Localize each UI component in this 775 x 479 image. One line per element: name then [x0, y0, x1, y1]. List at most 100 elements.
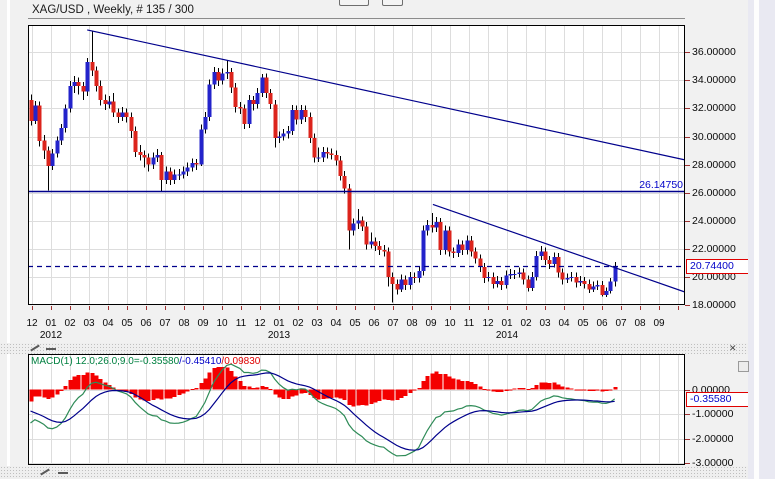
time-tick [621, 306, 622, 310]
price-axis-label: 36.00000 [692, 46, 736, 58]
time-tick [488, 306, 489, 310]
month-label: 04 [100, 318, 116, 329]
month-label: 07 [613, 318, 629, 329]
month-label: 11 [233, 318, 249, 329]
year-label: 2014 [490, 330, 524, 341]
month-label: 06 [138, 318, 154, 329]
time-tick [336, 306, 337, 310]
time-tick [89, 306, 90, 310]
month-label: 03 [81, 318, 97, 329]
price-tick [685, 305, 690, 306]
price-tick [685, 52, 690, 53]
month-label: 02 [290, 318, 306, 329]
current-price-box: 20.74400 [686, 259, 753, 274]
splitter-dash-icon [46, 348, 56, 350]
time-tick [659, 306, 660, 310]
time-tick [526, 306, 527, 310]
macd-value-box: -0.35580 [686, 392, 753, 407]
time-tick [165, 306, 166, 310]
splitter-drag-icon [30, 345, 40, 352]
time-tick [431, 306, 432, 310]
time-tick [241, 306, 242, 310]
macd-axis-label: -1.00000 [692, 408, 733, 420]
macd-tick [685, 414, 690, 415]
time-tick [279, 306, 280, 310]
price-tick [685, 137, 690, 138]
month-label: 06 [594, 318, 610, 329]
scroll-end-icon[interactable] [738, 361, 749, 372]
year-label: 2012 [34, 330, 68, 341]
price-chart-canvas[interactable] [28, 25, 685, 305]
month-label: 05 [119, 318, 135, 329]
month-label: 01 [271, 318, 287, 329]
macd-histogram-value: /0.09830 [221, 356, 260, 367]
time-tick [70, 306, 71, 310]
time-tick [260, 306, 261, 310]
time-tick [545, 306, 546, 310]
macd-main-value: MACD(1) 12.0;26.0;9.0=-0.35580 [31, 356, 179, 367]
time-tick [108, 306, 109, 310]
time-tick [640, 306, 641, 310]
month-label: 04 [328, 318, 344, 329]
time-tick [146, 306, 147, 310]
price-tick [685, 165, 690, 166]
month-label: 08 [632, 318, 648, 329]
window-edge-band [754, 0, 759, 479]
macd-indicator-label: MACD(1) 12.0;26.0;9.0=-0.35580/-0.45410/… [31, 356, 260, 367]
price-tick [685, 221, 690, 222]
month-label: 04 [556, 318, 572, 329]
title-separator [28, 18, 685, 19]
price-axis-label: 34.00000 [692, 74, 736, 86]
month-label: 07 [157, 318, 173, 329]
time-tick [450, 306, 451, 310]
month-label: 03 [309, 318, 325, 329]
chart-title: XAG/USD , Weekly, # 135 / 300 [32, 4, 194, 16]
price-tick [685, 193, 690, 194]
splitter-dash-icon [58, 472, 68, 474]
close-icon[interactable]: ✕ [729, 343, 737, 354]
time-tick [374, 306, 375, 310]
window-right-edge[interactable] [748, 0, 775, 479]
time-tick [51, 306, 52, 310]
month-label: 08 [404, 318, 420, 329]
time-tick [184, 306, 185, 310]
month-label: 03 [537, 318, 553, 329]
month-label: 05 [347, 318, 363, 329]
macd-signal-value: /-0.45410 [179, 356, 221, 367]
month-label: 06 [366, 318, 382, 329]
price-tick [685, 277, 690, 278]
toolbar-button-partial-1[interactable] [339, 0, 369, 6]
macd-panel-canvas[interactable] [28, 354, 685, 465]
time-tick [317, 306, 318, 310]
month-label: 10 [214, 318, 230, 329]
macd-tick [685, 439, 690, 440]
month-label: 01 [43, 318, 59, 329]
price-axis-label: 30.00000 [692, 131, 736, 143]
chart-window: XAG/USD , Weekly, # 135 / 300 36.00000 34… [0, 0, 775, 479]
month-label: 02 [62, 318, 78, 329]
year-label: 2013 [262, 330, 296, 341]
price-axis-label: 32.00000 [692, 102, 736, 114]
time-tick [127, 306, 128, 310]
bottom-splitter[interactable] [0, 466, 775, 479]
month-label: 10 [442, 318, 458, 329]
price-tick [685, 108, 690, 109]
time-tick [583, 306, 584, 310]
price-line-label: 26.14750 [560, 179, 683, 191]
time-tick [32, 306, 33, 310]
time-tick [469, 306, 470, 310]
window-left-edge [7, 0, 10, 479]
month-label: 12 [24, 318, 40, 329]
time-tick [222, 306, 223, 310]
time-tick [298, 306, 299, 310]
panel-splitter[interactable]: ✕ [0, 343, 775, 354]
month-label: 09 [423, 318, 439, 329]
price-tick [685, 249, 690, 250]
toolbar-button-partial-2[interactable] [382, 0, 403, 6]
price-axis-label: 18.00000 [692, 299, 736, 311]
macd-axis-label: -2.00000 [692, 433, 733, 445]
time-tick [203, 306, 204, 310]
month-label: 09 [195, 318, 211, 329]
price-axis-label: 22.00000 [692, 243, 736, 255]
time-tick [393, 306, 394, 310]
